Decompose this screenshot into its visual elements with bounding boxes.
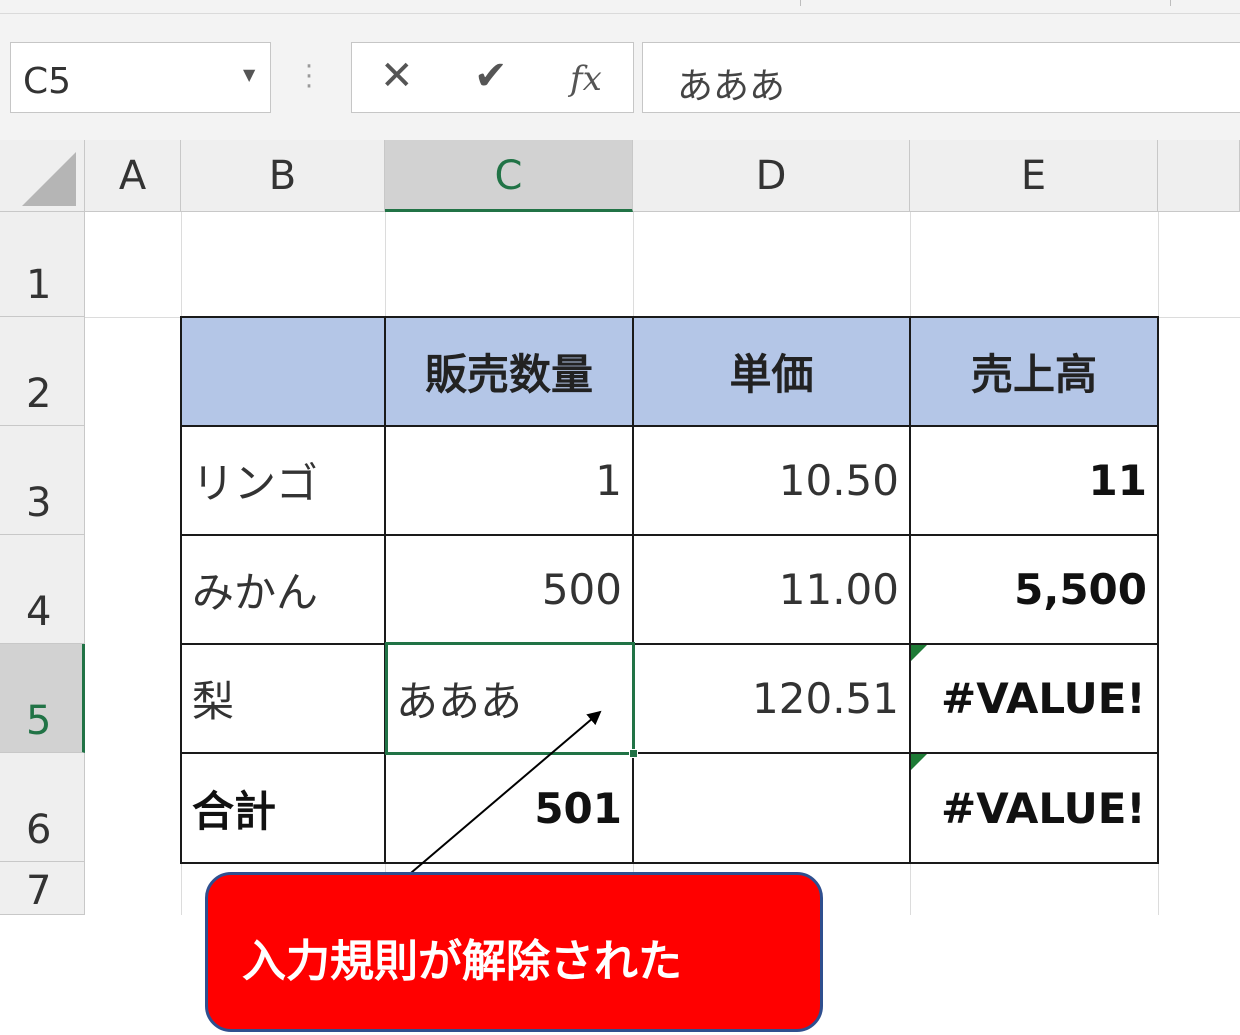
cancel-icon[interactable]: ✕ xyxy=(380,53,414,99)
column-header-c[interactable]: C xyxy=(385,140,633,212)
insert-function-icon[interactable]: fx xyxy=(570,59,602,99)
row-header-6[interactable]: 6 xyxy=(0,753,85,862)
ribbon-separator xyxy=(800,0,801,6)
table-header-cell[interactable]: 売上高 xyxy=(911,318,1159,427)
table-cell[interactable] xyxy=(634,754,911,864)
table-cell[interactable]: 10.50 xyxy=(634,427,911,536)
row-header-5[interactable]: 5 xyxy=(0,644,85,753)
formula-input-value: あああ xyxy=(677,66,786,107)
row-header-3[interactable]: 3 xyxy=(0,426,85,535)
column-header-a[interactable]: A xyxy=(85,140,181,212)
table-header-cell[interactable]: 販売数量 xyxy=(386,318,634,427)
table-header-cell[interactable] xyxy=(182,318,386,427)
enter-icon[interactable]: ✔ xyxy=(474,53,508,99)
more-options-icon[interactable]: · · · xyxy=(302,54,316,100)
table-cell[interactable]: 5,500 xyxy=(911,536,1159,645)
error-indicator-icon[interactable] xyxy=(911,645,927,661)
table-cell[interactable]: 11 xyxy=(911,427,1159,536)
table-cell[interactable]: 501 xyxy=(386,754,634,864)
table-header-cell[interactable]: 単価 xyxy=(634,318,911,427)
ribbon-separator xyxy=(1170,0,1171,6)
formula-buttons: ✕ ✔ fx xyxy=(351,42,634,113)
row-header-4[interactable]: 4 xyxy=(0,535,85,644)
formula-input[interactable]: あああ xyxy=(642,42,1240,113)
ribbon-strip xyxy=(0,0,1240,14)
chevron-down-icon[interactable]: ▼ xyxy=(243,65,255,84)
table-cell[interactable]: 1 xyxy=(386,427,634,536)
table-cell[interactable]: 合計 xyxy=(182,754,386,864)
row-header-1[interactable]: 1 xyxy=(0,212,85,317)
table-cell[interactable]: みかん xyxy=(182,536,386,645)
column-header-e[interactable]: E xyxy=(910,140,1158,212)
callout-box: 入力規則が解除された xyxy=(205,872,823,1032)
table-cell[interactable]: 120.51 xyxy=(634,645,911,754)
callout-text: 入力規則が解除された xyxy=(242,936,682,987)
row-header-7[interactable]: 7 xyxy=(0,862,85,915)
column-header-f[interactable] xyxy=(1158,140,1240,212)
table-cell-error[interactable]: #VALUE! xyxy=(911,754,1159,864)
table-cell-error[interactable]: #VALUE! xyxy=(911,645,1159,754)
fill-handle[interactable] xyxy=(629,749,638,758)
table-cell[interactable]: 11.00 xyxy=(634,536,911,645)
table-cell[interactable]: リンゴ xyxy=(182,427,386,536)
row-header-2[interactable]: 2 xyxy=(0,317,85,426)
column-header-d[interactable]: D xyxy=(633,140,910,212)
active-cell-border xyxy=(385,642,635,755)
select-all-button[interactable] xyxy=(0,140,85,212)
column-header-b[interactable]: B xyxy=(181,140,385,212)
error-indicator-icon[interactable] xyxy=(911,754,927,770)
name-box[interactable]: C5 ▼ xyxy=(10,42,271,113)
table-cell[interactable]: 500 xyxy=(386,536,634,645)
name-box-value: C5 xyxy=(23,61,72,102)
table-cell[interactable]: 梨 xyxy=(182,645,386,754)
